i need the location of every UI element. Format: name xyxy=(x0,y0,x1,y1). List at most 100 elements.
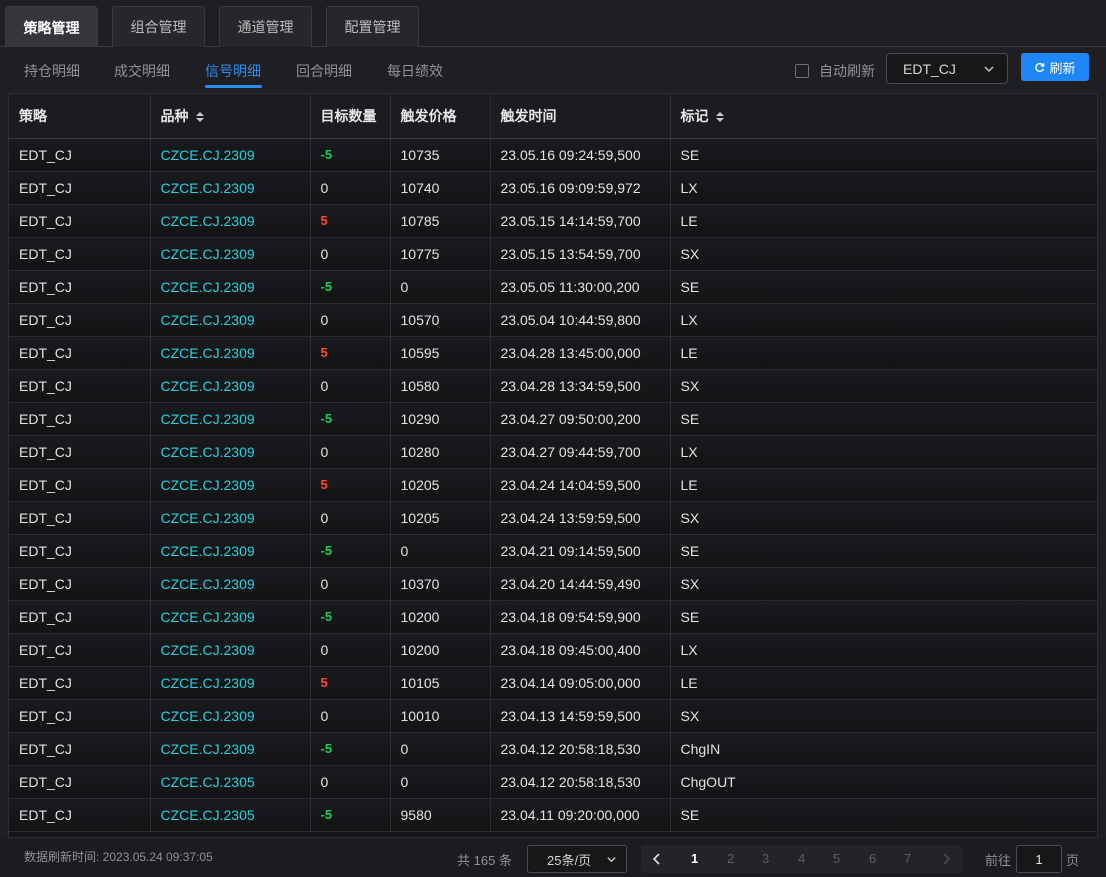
page-1[interactable]: 1 xyxy=(691,851,698,866)
cell-tag: SE xyxy=(670,798,1097,832)
table-row[interactable]: EDT_CJ CZCE.CJ.2309 -5 0 23.04.12 20:58:18,5… xyxy=(9,732,1097,766)
table-row[interactable]: EDT_CJ CZCE.CJ.2309 -5 10290 23.04.27 09:50:… xyxy=(9,402,1097,436)
cell-target-qty: 0 xyxy=(310,567,391,601)
cell-tag: LX xyxy=(670,435,1097,469)
cell-trigger-price: 10570 xyxy=(390,303,491,337)
cell-tag: ChgIN xyxy=(670,732,1097,766)
page-3[interactable]: 3 xyxy=(762,851,769,866)
table-row[interactable]: EDT_CJ CZCE.CJ.2309 0 10775 23.05.15 13:54:5… xyxy=(9,237,1097,271)
sort-icon[interactable] xyxy=(715,111,725,123)
cell-tag: LX xyxy=(670,171,1097,205)
cell-target-qty: 5 xyxy=(310,336,391,370)
subtab-trades[interactable]: 成交明细 xyxy=(114,61,170,81)
cell-tag: SE xyxy=(670,138,1097,172)
page-2[interactable]: 2 xyxy=(727,851,734,866)
cell-trigger-price: 10370 xyxy=(390,567,491,601)
page-7[interactable]: 7 xyxy=(904,851,911,866)
next-page-icon[interactable] xyxy=(939,852,953,866)
subtab-signals[interactable]: 信号明细 xyxy=(205,61,261,81)
cell-strategy: EDT_CJ xyxy=(9,567,151,601)
cell-trigger-time: 23.04.14 09:05:00,000 xyxy=(490,666,671,700)
cell-trigger-time: 23.04.21 09:14:59,500 xyxy=(490,534,671,568)
subtab-rounds[interactable]: 回合明细 xyxy=(296,61,352,81)
col-header-strategy: 策略 xyxy=(9,94,151,139)
table-row[interactable]: EDT_CJ CZCE.CJ.2309 5 10595 23.04.28 13:45:0… xyxy=(9,336,1097,370)
cell-trigger-price: 10105 xyxy=(390,666,491,700)
cell-trigger-time: 23.04.13 14:59:59,500 xyxy=(490,699,671,733)
cell-tag: LE xyxy=(670,336,1097,370)
cell-symbol: CZCE.CJ.2309 xyxy=(150,138,311,172)
cell-trigger-price: 10290 xyxy=(390,402,491,436)
cell-symbol: CZCE.CJ.2309 xyxy=(150,633,311,667)
strategy-select[interactable]: EDT_CJ xyxy=(886,53,1008,84)
prev-page-icon[interactable] xyxy=(650,852,664,866)
table-row[interactable]: EDT_CJ CZCE.CJ.2305 -5 9580 23.04.11 09:20:0… xyxy=(9,798,1097,832)
table-row[interactable]: EDT_CJ CZCE.CJ.2309 5 10205 23.04.24 14:04:5… xyxy=(9,468,1097,502)
cell-trigger-price: 10785 xyxy=(390,204,491,238)
cell-trigger-time: 23.04.28 13:45:00,000 xyxy=(490,336,671,370)
cell-trigger-price: 10200 xyxy=(390,600,491,634)
cell-tag: SX xyxy=(670,369,1097,403)
cell-target-qty: -5 xyxy=(310,402,391,436)
tab-config-management[interactable]: 配置管理 xyxy=(326,6,419,47)
cell-trigger-time: 23.05.15 13:54:59,700 xyxy=(490,237,671,271)
cell-trigger-price: 10205 xyxy=(390,468,491,502)
cell-symbol: CZCE.CJ.2309 xyxy=(150,402,311,436)
col-header-target-qty: 目标数量 xyxy=(310,94,391,139)
cell-target-qty: 0 xyxy=(310,303,391,337)
cell-symbol: CZCE.CJ.2309 xyxy=(150,699,311,733)
table-row[interactable]: EDT_CJ CZCE.CJ.2309 0 10280 23.04.27 09:44:5… xyxy=(9,435,1097,469)
subtab-daily-performance[interactable]: 每日绩效 xyxy=(387,61,443,81)
table-row[interactable]: EDT_CJ CZCE.CJ.2309 0 10205 23.04.24 13:59:5… xyxy=(9,501,1097,535)
auto-refresh-checkbox[interactable] xyxy=(795,64,809,78)
table-row[interactable]: EDT_CJ CZCE.CJ.2309 -5 10200 23.04.18 09:54:… xyxy=(9,600,1097,634)
table-row[interactable]: EDT_CJ CZCE.CJ.2309 5 10785 23.05.15 14:14:5… xyxy=(9,204,1097,238)
table-row[interactable]: EDT_CJ CZCE.CJ.2309 5 10105 23.04.14 09:05:0… xyxy=(9,666,1097,700)
sort-icon[interactable] xyxy=(195,111,205,123)
tab-strategy-management[interactable]: 策略管理 xyxy=(5,6,98,48)
page-5[interactable]: 5 xyxy=(833,851,840,866)
tab-channel-management[interactable]: 通道管理 xyxy=(219,6,312,47)
cell-trigger-time: 23.05.15 14:14:59,700 xyxy=(490,204,671,238)
cell-target-qty: 0 xyxy=(310,501,391,535)
auto-refresh-toggle[interactable]: 自动刷新 xyxy=(795,61,875,81)
table-row[interactable]: EDT_CJ CZCE.CJ.2309 0 10370 23.04.20 14:44:5… xyxy=(9,567,1097,601)
col-header-symbol[interactable]: 品种 xyxy=(150,94,311,139)
refresh-button[interactable]: 刷新 xyxy=(1021,53,1089,81)
cell-symbol: CZCE.CJ.2309 xyxy=(150,600,311,634)
cell-trigger-time: 23.04.27 09:50:00,200 xyxy=(490,402,671,436)
table-row[interactable]: EDT_CJ CZCE.CJ.2305 0 0 23.04.12 20:58:18,53… xyxy=(9,765,1097,799)
tab-portfolio-management[interactable]: 组合管理 xyxy=(112,6,205,47)
total-count: 共 165 条 xyxy=(457,853,512,868)
table-row[interactable]: EDT_CJ CZCE.CJ.2309 0 10570 23.05.04 10:44:5… xyxy=(9,303,1097,337)
table-row[interactable]: EDT_CJ CZCE.CJ.2309 0 10010 23.04.13 14:59:5… xyxy=(9,699,1097,733)
page-6[interactable]: 6 xyxy=(869,851,876,866)
cell-trigger-time: 23.04.18 09:54:59,900 xyxy=(490,600,671,634)
table-row[interactable]: EDT_CJ CZCE.CJ.2309 0 10740 23.05.16 09:09:5… xyxy=(9,171,1097,205)
table-row[interactable]: EDT_CJ CZCE.CJ.2309 -5 0 23.04.21 09:14:59,5… xyxy=(9,534,1097,568)
page-size-select[interactable]: 25条/页 xyxy=(527,845,627,873)
cell-target-qty: 0 xyxy=(310,435,391,469)
goto-page-input[interactable]: 1 xyxy=(1016,845,1062,873)
col-header-tag[interactable]: 标记 xyxy=(670,94,1097,139)
subtab-positions[interactable]: 持仓明细 xyxy=(24,61,80,81)
cell-symbol: CZCE.CJ.2309 xyxy=(150,732,311,766)
table-row[interactable]: EDT_CJ CZCE.CJ.2309 0 10200 23.04.18 09:45:0… xyxy=(9,633,1097,667)
cell-strategy: EDT_CJ xyxy=(9,600,151,634)
cell-trigger-price: 0 xyxy=(390,270,491,304)
goto-suffix: 页 xyxy=(1066,853,1080,868)
cell-target-qty: 0 xyxy=(310,369,391,403)
table-row[interactable]: EDT_CJ CZCE.CJ.2309 0 10580 23.04.28 13:34:5… xyxy=(9,369,1097,403)
strategy-select-value: EDT_CJ xyxy=(903,60,956,77)
cell-strategy: EDT_CJ xyxy=(9,171,151,205)
table-row[interactable]: EDT_CJ CZCE.CJ.2309 -5 0 23.05.05 11:30:00,2… xyxy=(9,270,1097,304)
page-4[interactable]: 4 xyxy=(798,851,805,866)
cell-tag: LE xyxy=(670,468,1097,502)
refresh-label: 刷新 xyxy=(1049,60,1076,76)
cell-strategy: EDT_CJ xyxy=(9,699,151,733)
cell-tag: SX xyxy=(670,501,1097,535)
cell-symbol: CZCE.CJ.2309 xyxy=(150,336,311,370)
cell-symbol: CZCE.CJ.2309 xyxy=(150,534,311,568)
page-size-value: 25条/页 xyxy=(547,852,592,868)
table-row[interactable]: EDT_CJ CZCE.CJ.2309 -5 10735 23.05.16 09:24:… xyxy=(9,138,1097,172)
